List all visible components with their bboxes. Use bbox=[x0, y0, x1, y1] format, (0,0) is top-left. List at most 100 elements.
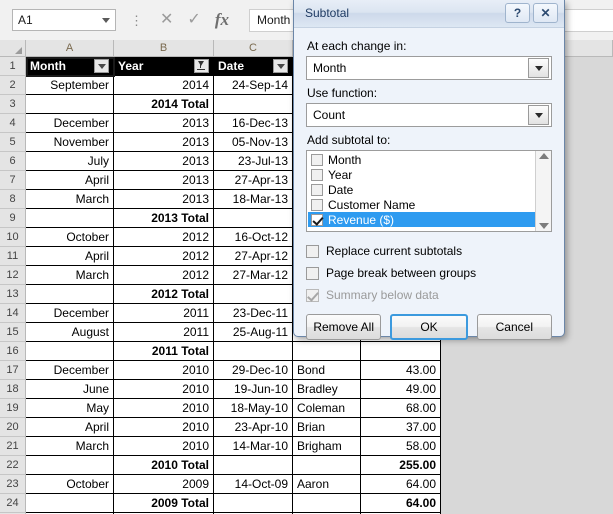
use-function-select[interactable]: Count bbox=[306, 103, 552, 127]
row-header-15[interactable]: 15 bbox=[0, 323, 26, 342]
cell-year-17[interactable]: 2010 bbox=[114, 361, 214, 380]
cell-year-3[interactable]: 2014 Total bbox=[114, 95, 214, 114]
cell-date-20[interactable]: 23-Apr-10 bbox=[214, 418, 293, 437]
cell-month-21[interactable]: March bbox=[26, 437, 114, 456]
caret-down-icon[interactable] bbox=[102, 17, 110, 23]
option-row-1[interactable]: Page break between groups bbox=[306, 263, 552, 283]
checkbox-icon-field-3[interactable] bbox=[311, 198, 323, 211]
row-header-7[interactable]: 7 bbox=[0, 171, 26, 190]
cell-customer-23[interactable]: Aaron bbox=[293, 475, 361, 494]
cell-year-7[interactable]: 2013 bbox=[114, 171, 214, 190]
cell-date-16[interactable] bbox=[214, 342, 293, 361]
row-header-17[interactable]: 17 bbox=[0, 361, 26, 380]
cell-year-20[interactable]: 2010 bbox=[114, 418, 214, 437]
cell-revenue-24[interactable]: 64.00 bbox=[361, 494, 441, 513]
cell-year-24[interactable]: 2009 Total bbox=[114, 494, 214, 513]
field-list-item-1[interactable]: Year bbox=[308, 167, 535, 182]
cell-date-19[interactable]: 18-May-10 bbox=[214, 399, 293, 418]
cell-customer-17[interactable]: Bond bbox=[293, 361, 361, 380]
scroll-up-icon[interactable] bbox=[538, 153, 549, 159]
row-header-22[interactable]: 22 bbox=[0, 456, 26, 475]
cell-date-22[interactable] bbox=[214, 456, 293, 475]
cell-date-23[interactable]: 14-Oct-09 bbox=[214, 475, 293, 494]
row-header-5[interactable]: 5 bbox=[0, 133, 26, 152]
cell-date-6[interactable]: 23-Jul-13 bbox=[214, 152, 293, 171]
cell-date-4[interactable]: 16-Dec-13 bbox=[214, 114, 293, 133]
cell-year-14[interactable]: 2011 bbox=[114, 304, 214, 323]
cell-month-22[interactable] bbox=[26, 456, 114, 475]
row-header-6[interactable]: 6 bbox=[0, 152, 26, 171]
cell-month-18[interactable]: June bbox=[26, 380, 114, 399]
checkbox-icon-field-0[interactable] bbox=[311, 153, 323, 166]
cell-year-9[interactable]: 2013 Total bbox=[114, 209, 214, 228]
cell-date-11[interactable]: 27-Apr-12 bbox=[214, 247, 293, 266]
cell-date-21[interactable]: 14-Mar-10 bbox=[214, 437, 293, 456]
cell-customer-22[interactable] bbox=[293, 456, 361, 475]
row-header-14[interactable]: 14 bbox=[0, 304, 26, 323]
row-header-13[interactable]: 13 bbox=[0, 285, 26, 304]
field-list-item-4[interactable]: Revenue ($) bbox=[308, 212, 535, 227]
cell-date-18[interactable]: 19-Jun-10 bbox=[214, 380, 293, 399]
cell-f-23[interactable] bbox=[441, 475, 613, 494]
checkbox-icon-option-1[interactable] bbox=[306, 266, 319, 280]
close-icon[interactable]: ✕ bbox=[533, 3, 558, 23]
sort-filter-icon-year[interactable] bbox=[194, 59, 209, 73]
remove-all-button[interactable]: Remove All bbox=[306, 314, 382, 340]
checkbox-icon-field-4[interactable] bbox=[311, 213, 323, 226]
cell-year-16[interactable]: 2011 Total bbox=[114, 342, 214, 361]
cell-f-22[interactable] bbox=[441, 456, 613, 475]
cell-month-2[interactable]: September bbox=[26, 76, 114, 95]
cell-date-14[interactable]: 23-Dec-11 bbox=[214, 304, 293, 323]
cell-f-24[interactable] bbox=[441, 494, 613, 513]
filter-dropdown-icon-date[interactable] bbox=[273, 59, 288, 73]
cell-year-5[interactable]: 2013 bbox=[114, 133, 214, 152]
row-header-21[interactable]: 21 bbox=[0, 437, 26, 456]
cell-month-10[interactable]: October bbox=[26, 228, 114, 247]
cell-year-19[interactable]: 2010 bbox=[114, 399, 214, 418]
cell-date-2[interactable]: 24-Sep-14 bbox=[214, 76, 293, 95]
cell-date-7[interactable]: 27-Apr-13 bbox=[214, 171, 293, 190]
cell-customer-16[interactable] bbox=[293, 342, 361, 361]
add-subtotal-listbox[interactable]: Month Year Date Customer Name Revenue ($) bbox=[306, 150, 552, 232]
field-list-item-2[interactable]: Date bbox=[308, 182, 535, 197]
column-header-b[interactable]: B bbox=[114, 40, 214, 57]
cell-f-20[interactable] bbox=[441, 418, 613, 437]
chevron-down-icon-function[interactable] bbox=[528, 105, 549, 125]
field-list-item-0[interactable]: Month bbox=[308, 152, 535, 167]
cell-f-21[interactable] bbox=[441, 437, 613, 456]
row-header-18[interactable]: 18 bbox=[0, 380, 26, 399]
cell-customer-20[interactable]: Brian bbox=[293, 418, 361, 437]
cell-year-2[interactable]: 2014 bbox=[114, 76, 214, 95]
cell-revenue-17[interactable]: 43.00 bbox=[361, 361, 441, 380]
cell-month-19[interactable]: May bbox=[26, 399, 114, 418]
cell-customer-19[interactable]: Coleman bbox=[293, 399, 361, 418]
insert-function-icon[interactable]: fx bbox=[215, 11, 229, 28]
listbox-scrollbar[interactable] bbox=[535, 151, 551, 231]
cell-f-16[interactable] bbox=[441, 342, 613, 361]
cell-revenue-19[interactable]: 68.00 bbox=[361, 399, 441, 418]
ok-button[interactable]: OK bbox=[390, 314, 468, 340]
cell-revenue-21[interactable]: 58.00 bbox=[361, 437, 441, 456]
cell-f-18[interactable] bbox=[441, 380, 613, 399]
cell-date-12[interactable]: 27-Mar-12 bbox=[214, 266, 293, 285]
row-header-8[interactable]: 8 bbox=[0, 190, 26, 209]
cell-f-19[interactable] bbox=[441, 399, 613, 418]
row-header-3[interactable]: 3 bbox=[0, 95, 26, 114]
dialog-title-bar[interactable]: Subtotal ? ✕ bbox=[294, 0, 564, 28]
cell-month-6[interactable]: July bbox=[26, 152, 114, 171]
cell-date-5[interactable]: 05-Nov-13 bbox=[214, 133, 293, 152]
row-header-16[interactable]: 16 bbox=[0, 342, 26, 361]
cell-year-8[interactable]: 2013 bbox=[114, 190, 214, 209]
cell-year-10[interactable]: 2012 bbox=[114, 228, 214, 247]
scroll-down-icon[interactable] bbox=[538, 223, 549, 229]
cell-month-7[interactable]: April bbox=[26, 171, 114, 190]
cell-date-10[interactable]: 16-Oct-12 bbox=[214, 228, 293, 247]
cell-revenue-20[interactable]: 37.00 bbox=[361, 418, 441, 437]
cell-year-11[interactable]: 2012 bbox=[114, 247, 214, 266]
field-list-item-3[interactable]: Customer Name bbox=[308, 197, 535, 212]
cell-year-13[interactable]: 2012 Total bbox=[114, 285, 214, 304]
cell-revenue-22[interactable]: 255.00 bbox=[361, 456, 441, 475]
cancel-button[interactable]: Cancel bbox=[476, 314, 552, 340]
row-header-2[interactable]: 2 bbox=[0, 76, 26, 95]
checkbox-icon-field-1[interactable] bbox=[311, 168, 323, 181]
